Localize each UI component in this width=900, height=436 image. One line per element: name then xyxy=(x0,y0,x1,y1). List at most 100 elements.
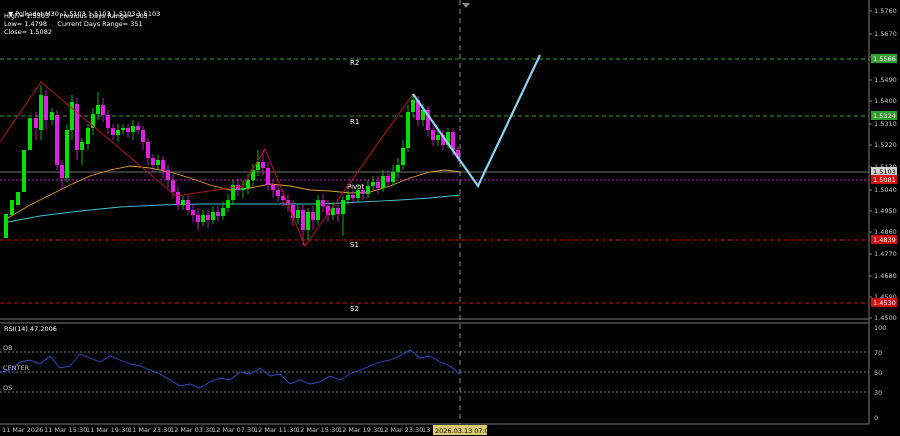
price-tick: 1.4860 xyxy=(874,228,897,236)
bear-candle xyxy=(431,130,435,140)
time-label: 12 Mar 19:30 xyxy=(338,426,381,434)
bull-candle xyxy=(211,212,215,220)
bear-candle xyxy=(236,185,240,190)
time-label: 11 Mar 19:30 xyxy=(86,426,129,434)
bear-candle xyxy=(261,162,265,168)
time-label: 12 Mar 23:30 xyxy=(380,426,423,434)
price-tag: 1.4839 xyxy=(871,235,897,244)
bear-candle xyxy=(176,192,180,205)
price-tick: 1.5220 xyxy=(874,141,897,149)
cursor-time-label: 2026.03.13 07:00 xyxy=(435,427,493,435)
bear-candle xyxy=(216,212,220,216)
svg-text:1.4530: 1.4530 xyxy=(873,299,896,307)
bear-candle xyxy=(276,190,280,196)
svg-text:1.5081: 1.5081 xyxy=(873,176,896,184)
svg-text:1.4839: 1.4839 xyxy=(873,236,896,244)
time-label: 11 Mar 15:30 xyxy=(44,426,87,434)
bear-candle xyxy=(151,158,155,165)
bull-candle xyxy=(406,112,410,148)
close-value: Close= 1.5082 xyxy=(4,28,52,36)
bull-candle xyxy=(341,200,345,214)
time-label: 12 Mar 07:30 xyxy=(212,426,255,434)
price-tag: 1.5103 xyxy=(871,167,897,176)
rsi-tick-50: 50 xyxy=(874,369,882,377)
bull-candle xyxy=(306,212,310,230)
time-label: 11 Mar 2026 xyxy=(2,426,43,434)
low-value: Low= 1.4798 xyxy=(4,20,48,28)
bear-candle xyxy=(60,165,64,178)
time-label: 12 Mar 15:30 xyxy=(296,426,339,434)
bear-candle xyxy=(311,212,315,220)
price-tick: 1.5760 xyxy=(874,7,897,15)
bear-candle xyxy=(141,130,145,142)
bull-candle xyxy=(356,190,360,198)
rsi-tick-100: 100 xyxy=(874,324,886,332)
bear-candle xyxy=(386,176,390,182)
bear-candle xyxy=(336,208,340,214)
close-line: Close= 1.5082 xyxy=(4,28,52,36)
bull-candle xyxy=(201,215,205,222)
bear-candle xyxy=(321,200,325,206)
bear-candle xyxy=(106,115,110,128)
bear-candle xyxy=(271,185,275,190)
bull-candle xyxy=(241,188,245,190)
bear-candle xyxy=(34,118,38,128)
bull-candle xyxy=(346,195,350,200)
bull-candle xyxy=(16,192,20,205)
price-tag: 1.5566 xyxy=(871,54,897,63)
bear-candle xyxy=(376,182,380,188)
bear-candle xyxy=(44,96,48,120)
projection-line xyxy=(412,54,541,189)
bull-candle xyxy=(246,180,250,188)
bear-candle xyxy=(351,195,355,198)
bull-candle xyxy=(28,118,32,150)
bear-candle xyxy=(161,160,165,170)
bull-candle xyxy=(221,208,225,216)
cursor-marker-icon[interactable] xyxy=(462,3,470,8)
bear-candle xyxy=(136,126,140,130)
price-tick: 1.5490 xyxy=(874,76,897,84)
bull-candle xyxy=(391,172,395,182)
price-tick: 1.5040 xyxy=(874,186,897,194)
bear-candle xyxy=(55,115,59,165)
svg-text:1.5324: 1.5324 xyxy=(873,112,896,120)
s2-label: S2 xyxy=(350,305,359,313)
price-tick: 1.4770 xyxy=(874,250,897,258)
bull-candle xyxy=(4,214,8,238)
bull-candle xyxy=(436,135,440,140)
bear-candle xyxy=(206,215,210,220)
rsi-os-label: OS xyxy=(3,384,12,392)
bull-candle xyxy=(401,148,405,165)
bull-candle xyxy=(22,150,26,192)
rsi-label: RSI(14) 47.2006 xyxy=(4,325,57,333)
price-tick: 1.5310 xyxy=(874,120,897,128)
s1-label: S1 xyxy=(350,241,359,249)
prev-range: Previous Days Range= 505 xyxy=(59,12,148,20)
bear-candle xyxy=(186,200,190,210)
trading-chart[interactable]: R2 R1 Pivot S1 S2 OB CENTER OS 1.5760 1.5… xyxy=(0,0,900,436)
bear-candle xyxy=(196,215,200,222)
bull-candle xyxy=(39,95,43,130)
r2-label: R2 xyxy=(350,59,359,67)
rsi-tick-30: 30 xyxy=(874,389,882,397)
bear-candle xyxy=(111,128,115,135)
bull-candle xyxy=(86,128,90,144)
bear-candle xyxy=(171,180,175,192)
bear-candle xyxy=(361,190,365,194)
bull-candle xyxy=(121,128,125,130)
price-tag: 1.5324 xyxy=(871,111,897,120)
bull-candle xyxy=(371,182,375,186)
pivot-label: Pivot xyxy=(347,183,364,191)
bear-candle xyxy=(126,128,130,132)
svg-text:1.5103: 1.5103 xyxy=(873,168,896,176)
price-tick: 1.5670 xyxy=(874,30,897,38)
bull-candle xyxy=(131,126,135,132)
rsi-ob-label: OB xyxy=(3,344,13,352)
bull-candle xyxy=(116,130,120,135)
bull-candle xyxy=(96,105,100,114)
bull-candle xyxy=(65,130,69,178)
price-tag: 1.4530 xyxy=(871,298,897,307)
svg-text:1.5566: 1.5566 xyxy=(873,55,896,63)
time-axis: 11 Mar 2026 11 Mar 15:3011 Mar 19:3011 Ma… xyxy=(2,426,438,434)
bear-candle xyxy=(101,105,105,115)
